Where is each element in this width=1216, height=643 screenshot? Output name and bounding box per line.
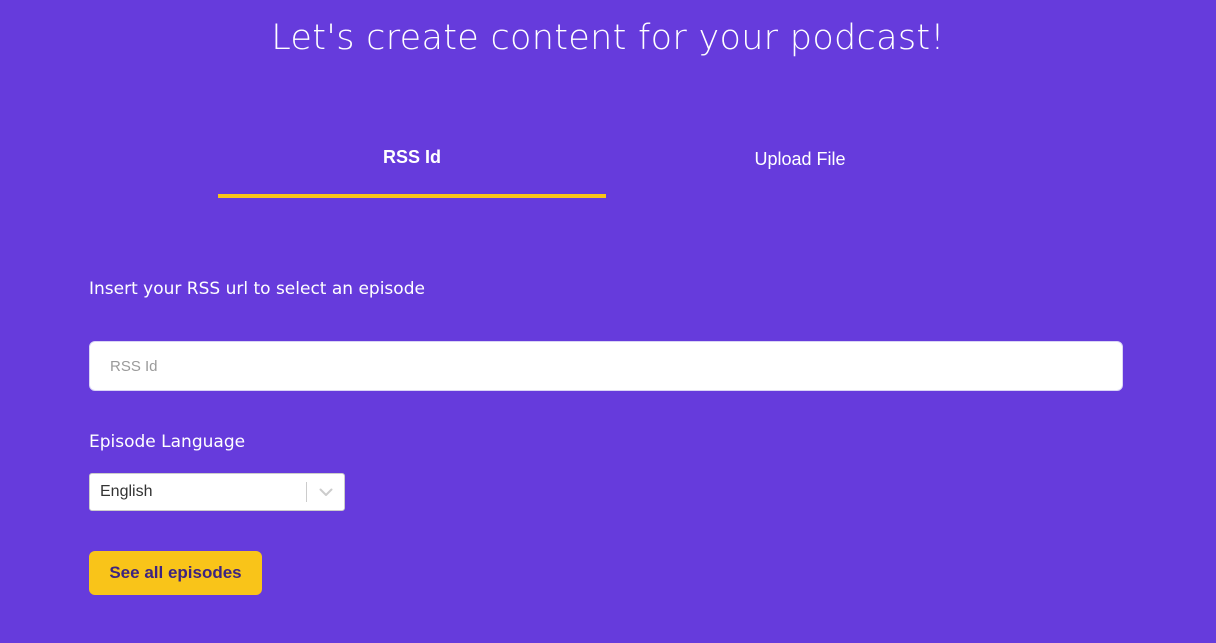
language-select[interactable]: English (89, 473, 345, 511)
language-select-value: English (100, 483, 153, 500)
tab-upload-file-label: Upload File (754, 148, 846, 169)
page-title: Let's create content for your podcast! (271, 18, 945, 58)
active-tab-indicator (218, 194, 606, 198)
rss-id-input[interactable] (89, 341, 1123, 391)
source-tabs: RSS Id Upload File (218, 120, 994, 200)
rss-field-label: Insert your RSS url to select an episode (89, 279, 425, 299)
chevron-down-icon[interactable] (307, 474, 344, 510)
language-field-label: Episode Language (89, 432, 246, 452)
tab-rss-id-label: RSS Id (382, 146, 441, 167)
see-all-episodes-button[interactable]: See all episodes (89, 551, 262, 595)
tab-rss-id[interactable]: RSS Id (218, 120, 606, 198)
tab-upload-file[interactable]: Upload File (606, 120, 994, 198)
